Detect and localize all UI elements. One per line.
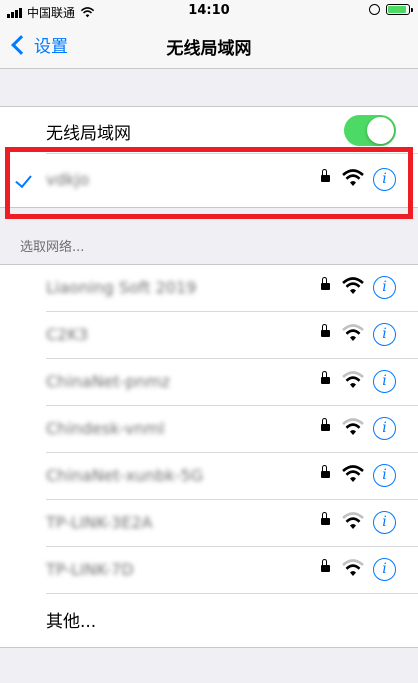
info-icon[interactable]: i (373, 370, 396, 393)
network-row[interactable]: C2K3 i (0, 312, 418, 359)
wifi-toggle-label: 无线局域网 (46, 124, 131, 144)
wifi-toggle-switch[interactable] (344, 115, 396, 146)
lock-icon (321, 324, 330, 337)
lock-icon (321, 277, 330, 290)
network-name: C2K3 (46, 325, 89, 344)
lock-icon (321, 371, 330, 384)
choose-network-header: 选取网络... (20, 240, 85, 255)
status-time: 14:10 (188, 3, 230, 18)
network-name: ChinaNet-xunbk-5G (46, 466, 204, 485)
info-icon[interactable]: i (373, 276, 396, 299)
network-name: Liaoning Soft 2019 (46, 278, 197, 297)
other-network-row[interactable]: 其他... (0, 594, 418, 648)
network-row[interactable]: ChinaNet-xunbk-5G i (0, 453, 418, 500)
battery-icon (386, 4, 413, 15)
orientation-lock-icon (369, 4, 380, 15)
page-title: 无线局域网 (166, 39, 252, 59)
network-row[interactable]: Liaoning Soft 2019 i (0, 265, 418, 312)
network-name: TP-LINK-3E2A (46, 513, 153, 532)
network-row[interactable]: TP-LINK-7D i (0, 547, 418, 594)
other-network-label: 其他... (46, 612, 97, 632)
lock-icon (321, 559, 330, 572)
wifi-signal-icon (342, 277, 364, 294)
info-icon[interactable]: i (373, 464, 396, 487)
wifi-signal-icon (342, 418, 364, 435)
lock-icon (321, 512, 330, 525)
wifi-signal-icon (342, 512, 364, 529)
network-list: Liaoning Soft 2019 i C2K3 i ChinaNet-pnmz i Ch… (0, 264, 418, 648)
network-row[interactable]: TP-LINK-3E2A i (0, 500, 418, 547)
wifi-signal-icon (342, 324, 364, 341)
info-icon[interactable]: i (373, 417, 396, 440)
lock-icon (321, 465, 330, 478)
info-icon[interactable]: i (373, 558, 396, 581)
status-bar: 中国联通 14:10 (0, 0, 418, 22)
wifi-signal-icon (342, 465, 364, 482)
lock-icon (321, 418, 330, 431)
network-row[interactable]: ChinaNet-pnmz i (0, 359, 418, 406)
network-row[interactable]: Chindesk-vnml i (0, 406, 418, 453)
network-name: Chindesk-vnml (46, 419, 165, 438)
highlight-box (5, 147, 413, 219)
network-name: ChinaNet-pnmz (46, 372, 170, 391)
network-name: TP-LINK-7D (46, 560, 134, 579)
wifi-signal-icon (342, 559, 364, 576)
info-icon[interactable]: i (373, 511, 396, 534)
status-right (369, 4, 413, 15)
nav-bar: 设置 无线局域网 (0, 22, 418, 69)
wifi-signal-icon (342, 371, 364, 388)
info-icon[interactable]: i (373, 323, 396, 346)
